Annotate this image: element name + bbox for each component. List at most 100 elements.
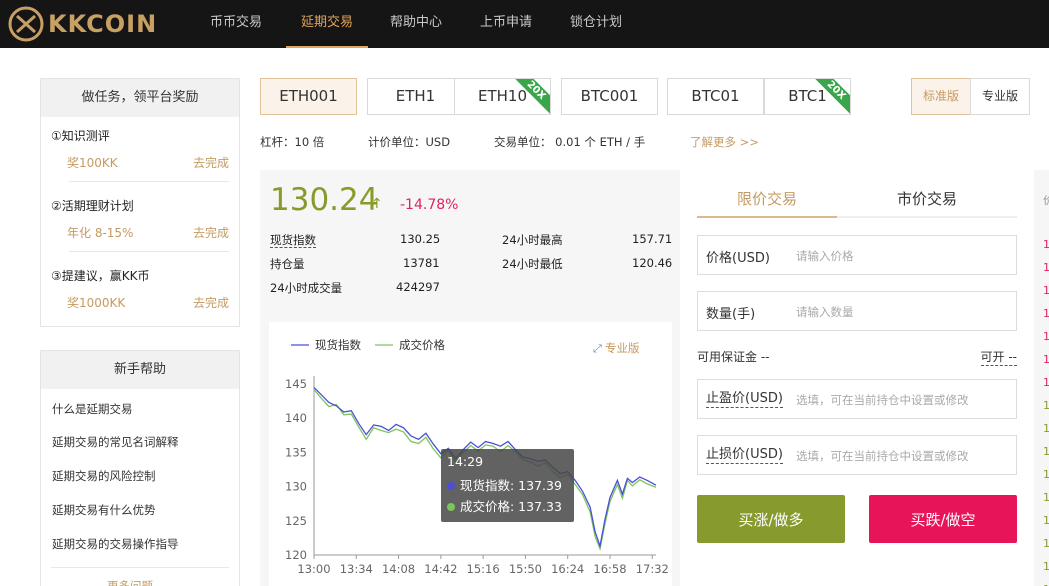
take-profit-input[interactable] xyxy=(796,389,1006,411)
order-book-price[interactable]: 1 xyxy=(1043,399,1049,412)
contract-tab-eth1[interactable]: ETH1 xyxy=(367,78,464,115)
brand-name: KKCOIN xyxy=(48,10,158,38)
task-complete-link[interactable]: 去完成 xyxy=(193,224,229,241)
order-book-panel: 价 1111111111111111 xyxy=(1034,170,1049,586)
nav-listing-application[interactable]: 上币申请 xyxy=(466,0,546,48)
take-profit-label[interactable]: 止盈价(USD) xyxy=(706,391,783,408)
take-profit-field: 止盈价(USD) xyxy=(697,379,1017,419)
x-tick-label: 16:24 xyxy=(551,562,584,576)
y-tick-label: 125 xyxy=(285,514,307,528)
sell-short-button[interactable]: 买跌/做空 xyxy=(869,495,1017,543)
tooltip-spot-index: 现货指数: 137.39 xyxy=(460,478,562,493)
task-item-suggestion: ③提建议，赢KK币 奖1000KK 去完成 xyxy=(51,267,229,310)
task-complete-link[interactable]: 去完成 xyxy=(193,294,229,311)
beginner-help-panel: 新手帮助 什么是延期交易 延期交易的常见名词解释 延期交易的风险控制 延期交易有… xyxy=(40,350,240,586)
order-book-price[interactable]: 1 xyxy=(1043,560,1049,573)
help-panel-title: 新手帮助 xyxy=(41,351,239,389)
contract-tab-btc01[interactable]: BTC01 xyxy=(667,78,764,115)
nav-spot-trading[interactable]: 币币交易 xyxy=(196,0,276,48)
expand-icon: ⤢ xyxy=(593,342,602,355)
help-link-advantages[interactable]: 延期交易有什么优势 xyxy=(52,502,156,518)
volume-24h-value: 424297 xyxy=(396,280,440,294)
order-book-price[interactable]: 1 xyxy=(1043,537,1049,550)
tooltip-time: 14:29 xyxy=(447,454,483,469)
order-book-header: 价 xyxy=(1043,194,1049,207)
open-interest-label: 持仓量 xyxy=(270,257,305,271)
order-book-price[interactable]: 1 xyxy=(1043,284,1049,297)
nav-futures-trading[interactable]: 延期交易 xyxy=(286,0,368,48)
top-navigation-bar: KKCOIN 币币交易 延期交易 帮助中心 上币申请 锁仓计划 xyxy=(0,0,1049,48)
y-tick-label: 145 xyxy=(285,377,307,391)
order-book-price[interactable]: 1 xyxy=(1043,376,1049,389)
low-24h-value: 120.46 xyxy=(632,256,673,270)
market-summary-panel: 130.24 ↑ -14.78% 现货指数 130.25 持仓量 13781 2… xyxy=(260,170,680,586)
y-tick-label: 120 xyxy=(285,548,307,562)
contract-tab-eth001[interactable]: ETH001 xyxy=(260,78,357,115)
order-book-price[interactable]: 1 xyxy=(1043,491,1049,504)
contract-tab-label: BTC001 xyxy=(580,87,639,105)
nav-help-center[interactable]: 帮助中心 xyxy=(376,0,456,48)
price-chart[interactable]: 现货指数 成交价格 专业版 ⤢ 145 140 135 130 125 120 13:00 13:3… xyxy=(269,322,672,586)
tooltip-marker xyxy=(447,503,455,511)
quantity-input[interactable] xyxy=(796,301,1006,323)
contract-tab-label: BTC01 xyxy=(691,87,740,105)
order-book-price[interactable]: 1 xyxy=(1043,422,1049,435)
learn-more-link[interactable]: 了解更多 >> xyxy=(690,134,759,150)
order-book-price[interactable]: 1 xyxy=(1043,353,1049,366)
price-input[interactable] xyxy=(796,245,1006,267)
x-tick-label: 14:42 xyxy=(424,562,457,576)
spot-index-value: 130.25 xyxy=(400,232,441,246)
help-link-risk-control[interactable]: 延期交易的风险控制 xyxy=(52,468,156,484)
order-book-price[interactable]: 1 xyxy=(1043,307,1049,320)
open-interest-value: 13781 xyxy=(403,256,440,270)
nav-lock-plan[interactable]: 锁仓计划 xyxy=(556,0,636,48)
tab-market-order[interactable]: 市价交易 xyxy=(837,188,1017,218)
price-change-percent: -14.78% xyxy=(400,197,459,213)
help-link-operation-guide[interactable]: 延期交易的交易操作指导 xyxy=(52,536,179,552)
order-book-price[interactable]: 1 xyxy=(1043,238,1049,251)
last-price: 130.24 xyxy=(270,182,379,218)
help-link-glossary[interactable]: 延期交易的常见名词解释 xyxy=(52,434,179,450)
openable-amount[interactable]: 可开 -- xyxy=(980,348,1017,366)
task-name: ①知识测评 xyxy=(51,129,110,143)
tab-limit-order[interactable]: 限价交易 xyxy=(697,188,837,218)
contract-tab-btc001[interactable]: BTC001 xyxy=(561,78,658,115)
price-field-label: 价格(USD) xyxy=(706,251,770,266)
chart-pro-link[interactable]: 专业版 xyxy=(605,341,640,355)
x-tick-label: 13:34 xyxy=(340,562,373,576)
volume-24h-label: 24小时成交量 xyxy=(270,281,343,295)
quantity-field: 数量(手) xyxy=(697,291,1017,331)
pro-version-button[interactable]: 专业版 xyxy=(970,78,1030,115)
price-chart-svg: 现货指数 成交价格 专业版⤢ 145 140 135 130 125 12013:00 13:3… xyxy=(285,338,669,576)
task-item-quiz: ①知识测评 奖100KK 去完成 xyxy=(51,127,229,170)
help-more-link[interactable]: 更多问题 xyxy=(107,578,153,586)
contract-tab-btc1[interactable]: BTC1 20X xyxy=(764,78,851,115)
contract-tab-eth10[interactable]: ETH10 20X xyxy=(454,78,551,115)
task-complete-link[interactable]: 去完成 xyxy=(193,154,229,171)
order-book-price[interactable]: 1 xyxy=(1043,468,1049,481)
legend-label: 现货指数 xyxy=(315,338,361,352)
stop-loss-label[interactable]: 止损价(USD) xyxy=(706,447,783,464)
buy-long-button[interactable]: 买涨/做多 xyxy=(697,495,845,543)
help-link-what-is-futures[interactable]: 什么是延期交易 xyxy=(52,401,133,417)
x-tick-label: 16:58 xyxy=(593,562,626,576)
standard-version-button[interactable]: 标准版 xyxy=(911,78,971,115)
order-book-price[interactable]: 1 xyxy=(1043,330,1049,343)
x-tick-label: 17:32 xyxy=(636,562,669,576)
pricing-unit-info: 计价单位：USD xyxy=(368,135,451,149)
y-tick-label: 135 xyxy=(285,445,307,459)
task-name: ③提建议，赢KK币 xyxy=(51,269,150,283)
order-book-price[interactable]: 1 xyxy=(1043,261,1049,274)
order-book-price[interactable]: 1 xyxy=(1043,445,1049,458)
brand-logo[interactable]: KKCOIN xyxy=(8,6,157,42)
y-tick-label: 140 xyxy=(285,411,307,425)
legend-label: 成交价格 xyxy=(399,338,445,352)
high-24h-label: 24小时最高 xyxy=(502,233,563,247)
task-panel: 做任务，领平台奖励 ①知识测评 奖100KK 去完成 ②活期理财计划 年化 8-… xyxy=(40,78,240,327)
stop-loss-input[interactable] xyxy=(796,445,1006,467)
low-24h-label: 24小时最低 xyxy=(502,257,563,271)
x-tick-label: 15:50 xyxy=(509,562,542,576)
order-book-price[interactable]: 1 xyxy=(1043,514,1049,527)
spot-index-label[interactable]: 现货指数 xyxy=(270,232,316,248)
trade-unit-info: 交易单位： 0.01 个 ETH / 手 xyxy=(494,135,646,149)
